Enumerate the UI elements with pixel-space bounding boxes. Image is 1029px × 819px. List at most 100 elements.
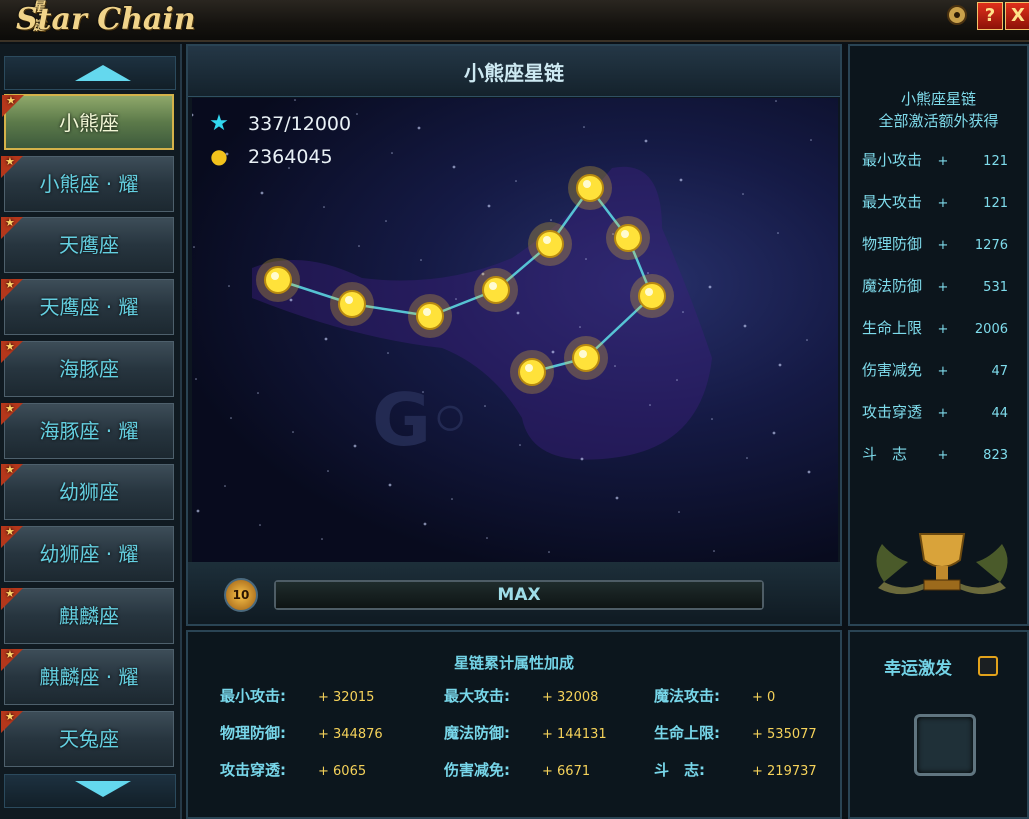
background-star bbox=[678, 511, 680, 513]
background-star bbox=[519, 444, 521, 446]
cumulative-stat: 最大攻击: + 32008 bbox=[444, 686, 598, 706]
cumulative-stat-value: + 219737 bbox=[752, 764, 817, 779]
background-star bbox=[583, 126, 585, 128]
luck-label: 幸运激发 bbox=[884, 659, 952, 679]
cumulative-stat: 伤害减免: + 6671 bbox=[444, 760, 590, 780]
constellation-item[interactable]: ★ 幼狮座 bbox=[1, 463, 174, 521]
constellation-item[interactable]: ★ 小熊座 bbox=[2, 94, 174, 150]
background-star bbox=[649, 404, 651, 406]
bonus-subtitle: 全部激活额外获得 bbox=[878, 112, 999, 130]
bonus-stat-value: 44 bbox=[991, 406, 1008, 421]
luck-item-slot[interactable] bbox=[914, 714, 976, 776]
scroll-down-button[interactable] bbox=[4, 774, 176, 808]
star-node[interactable] bbox=[510, 350, 554, 394]
cumulative-stat: 物理防御: + 344876 bbox=[220, 723, 383, 743]
cumulative-stat-value: + 32008 bbox=[542, 690, 599, 705]
luck-panel: 幸运激发 bbox=[848, 630, 1029, 819]
cumulative-stat-label: 攻击穿透: bbox=[220, 761, 286, 779]
background-star bbox=[777, 232, 779, 234]
star-node[interactable] bbox=[630, 274, 674, 318]
gold-coin-icon: ● bbox=[210, 144, 228, 168]
constellation-item[interactable]: ★ 天鹰座 · 耀 bbox=[1, 278, 174, 336]
close-button[interactable]: X bbox=[1005, 2, 1029, 30]
star-node[interactable] bbox=[564, 336, 608, 380]
constellation-item[interactable]: ★ 海豚座 bbox=[1, 340, 174, 397]
cumulative-stat-label: 最小攻击: bbox=[220, 687, 286, 705]
title-bar: 星链 Star Chain ? X bbox=[0, 0, 1029, 42]
bonus-row: 物理防御 +1276 bbox=[862, 234, 1022, 254]
help-button[interactable]: ? bbox=[977, 2, 1003, 30]
background-star bbox=[585, 258, 587, 260]
close-icon: X bbox=[1011, 5, 1025, 26]
background-star bbox=[807, 470, 811, 474]
background-star bbox=[778, 363, 782, 367]
cumulative-stat-value: + 32015 bbox=[318, 690, 375, 705]
cumulative-stat: 最小攻击: + 32015 bbox=[220, 686, 374, 706]
bonus-stat-label: 最小攻击 bbox=[862, 151, 923, 169]
background-star bbox=[356, 113, 358, 115]
star-node[interactable] bbox=[474, 268, 518, 312]
bonus-row: 斗 志 +823 bbox=[862, 444, 1022, 464]
flag-star-icon: ★ bbox=[5, 648, 15, 662]
background-star bbox=[550, 219, 552, 221]
star-node[interactable] bbox=[330, 282, 374, 326]
constellation-item[interactable]: ★ 幼狮座 · 耀 bbox=[1, 525, 174, 582]
background-star bbox=[289, 298, 293, 302]
background-star bbox=[743, 324, 747, 328]
star-node[interactable] bbox=[528, 222, 572, 266]
constellation-item[interactable]: ★ 天兔座 bbox=[1, 711, 174, 767]
level-badge: 10 bbox=[224, 578, 258, 612]
flag-star-icon: ★ bbox=[6, 94, 16, 107]
constellation-item[interactable]: ★ 麒麟座 bbox=[1, 587, 174, 644]
background-star bbox=[455, 298, 457, 300]
cumulative-stat-label: 魔法攻击: bbox=[654, 687, 720, 705]
background-star bbox=[417, 126, 421, 130]
trophy-icon bbox=[876, 533, 1008, 595]
background-star bbox=[516, 311, 520, 315]
cumulative-stat: 生命上限: + 535077 bbox=[654, 723, 817, 743]
plus-sign: + bbox=[937, 364, 949, 379]
background-star bbox=[391, 152, 393, 154]
luck-checkbox[interactable] bbox=[978, 656, 998, 676]
settings-icon[interactable] bbox=[944, 2, 970, 28]
cumulative-stat-label: 最大攻击: bbox=[444, 687, 510, 705]
star-node[interactable] bbox=[256, 258, 300, 302]
flag-star-icon: ★ bbox=[5, 278, 15, 292]
star-node[interactable] bbox=[568, 166, 612, 210]
flag-star-icon: ★ bbox=[5, 154, 15, 168]
constellation-item-label: 幼狮座 bbox=[59, 480, 119, 505]
plus-sign: + bbox=[937, 196, 949, 211]
bonus-stat-value: 47 bbox=[991, 364, 1008, 379]
background-star bbox=[708, 285, 712, 289]
background-star bbox=[647, 272, 649, 274]
bonus-row: 最小攻击 +121 bbox=[862, 150, 1022, 170]
flag-star-icon: ★ bbox=[5, 463, 15, 477]
background-star bbox=[324, 337, 328, 341]
bonus-title: 小熊座星链 bbox=[900, 90, 976, 108]
cumulative-stats-title: 星链累计属性加成 bbox=[453, 654, 574, 672]
bonus-row: 最大攻击 +121 bbox=[862, 192, 1022, 212]
star-node[interactable] bbox=[408, 294, 452, 338]
scroll-up-button[interactable] bbox=[4, 56, 176, 90]
background-star bbox=[580, 457, 584, 461]
bonus-row: 魔法防御 +531 bbox=[862, 276, 1022, 296]
bonus-stat-label: 魔法防御 bbox=[862, 277, 923, 295]
constellation-item[interactable]: ★ 天鹰座 bbox=[1, 217, 174, 274]
constellation-item[interactable]: ★ 麒麟座 · 耀 bbox=[1, 648, 174, 706]
plus-sign: + bbox=[937, 238, 949, 253]
background-star bbox=[775, 100, 777, 102]
background-star bbox=[195, 378, 197, 380]
background-star bbox=[679, 178, 683, 182]
cumulative-stat: 魔法防御: + 144131 bbox=[444, 723, 607, 743]
constellation-item[interactable]: ★ 海豚座 · 耀 bbox=[1, 402, 174, 459]
star-node[interactable] bbox=[606, 216, 650, 260]
bonus-stat-value: 531 bbox=[983, 280, 1008, 295]
constellation-item-label: 海豚座 · 耀 bbox=[39, 418, 139, 443]
constellation-item-label: 小熊座 · 耀 bbox=[39, 171, 139, 196]
constellation-item[interactable]: ★ 小熊座 · 耀 bbox=[1, 154, 174, 212]
bonus-stat-label: 伤害减免 bbox=[862, 361, 923, 379]
background-star bbox=[682, 311, 684, 313]
background-star bbox=[260, 191, 264, 195]
background-star bbox=[548, 551, 550, 553]
star-icon: ★ bbox=[209, 111, 229, 136]
